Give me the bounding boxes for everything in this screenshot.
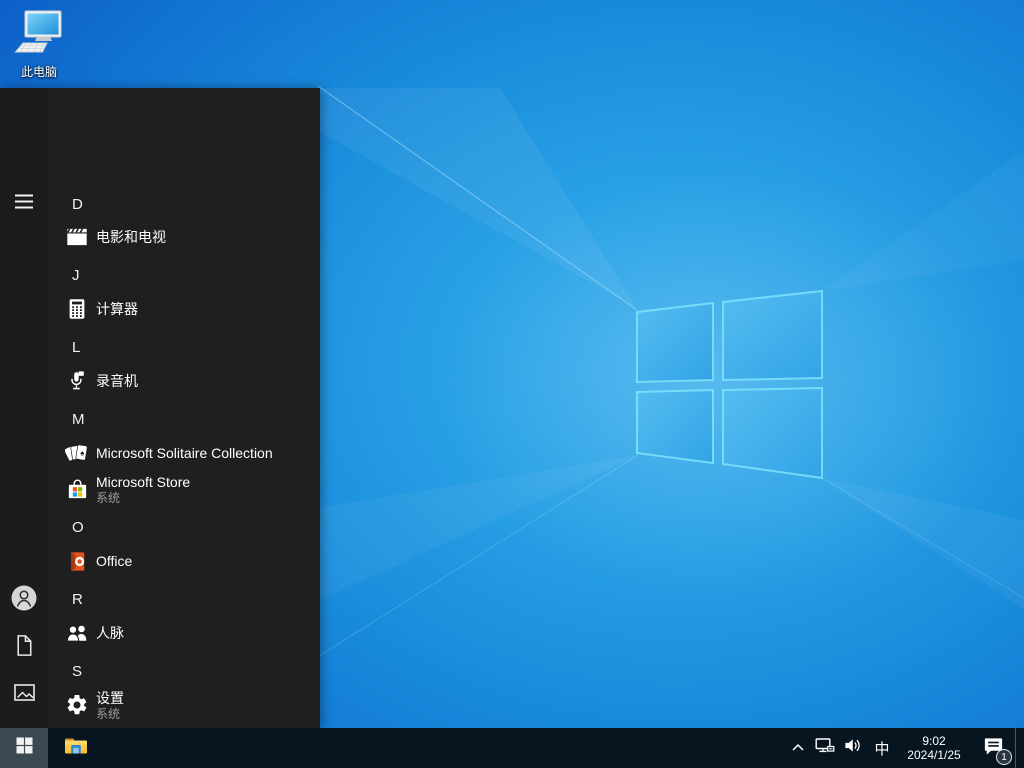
section-header-R[interactable]: R [48,581,320,617]
avatar-icon [11,585,37,616]
pictures-button[interactable] [0,671,48,719]
computer-icon [14,8,64,61]
taskbar-file-explorer-button[interactable] [52,728,100,768]
movies-tv-icon [64,224,90,250]
app-item-microsoft-store[interactable]: Microsoft Store 系统 [48,467,320,511]
section-header-J[interactable]: J [48,257,320,293]
volume-button[interactable] [839,728,867,768]
section-header-O[interactable]: O [48,509,320,545]
documents-button[interactable] [0,624,48,672]
desktop-icon-this-pc[interactable]: 此电脑 [7,8,71,80]
voice-recorder-icon [64,368,90,394]
expand-menu-button[interactable] [0,180,48,228]
store-icon [64,476,90,502]
speaker-icon [844,736,863,760]
start-button[interactable] [0,728,48,768]
clock-time: 9:02 [922,734,946,748]
taskbar: 中 9:02 2024/1/25 1 [0,728,1024,768]
action-center-button[interactable]: 1 [971,728,1015,768]
file-explorer-icon [63,733,89,764]
start-menu-rail [0,88,48,728]
app-item-movies-tv[interactable]: 电影和电视 [48,219,320,255]
taskbar-clock[interactable]: 9:02 2024/1/25 [897,728,971,768]
app-item-solitaire[interactable]: ♠ Microsoft Solitaire Collection [48,435,320,471]
windows-start-icon [16,737,33,759]
gear-icon [64,692,90,718]
hamburger-menu-icon [15,194,33,214]
notification-count-badge: 1 [996,749,1012,765]
hidden-icons-button[interactable] [785,728,811,768]
show-desktop-button[interactable] [1015,728,1024,768]
clock-date: 2024/1/25 [907,748,961,762]
start-menu: D 电影和电视 J 计算器 L 录音机 M ♠ Microsoft Solita… [0,88,320,728]
section-header-L[interactable]: L [48,329,320,365]
pictures-icon [12,680,37,710]
calculator-icon [64,296,90,322]
app-item-settings[interactable]: 设置 系统 [48,683,320,727]
app-item-people[interactable]: 人脉 [48,615,320,651]
start-menu-app-list: D 电影和电视 J 计算器 L 录音机 M ♠ Microsoft Solita… [48,88,320,728]
ime-language-indicator[interactable]: 中 [867,728,897,768]
user-account-button[interactable] [0,576,48,624]
chevron-up-icon [791,739,805,757]
section-header-M[interactable]: M [48,401,320,437]
system-tray: 中 9:02 2024/1/25 1 [785,728,1024,768]
app-item-voice-recorder[interactable]: 录音机 [48,363,320,399]
settings-button[interactable] [0,719,48,728]
app-item-calculator[interactable]: 计算器 [48,291,320,327]
network-button[interactable] [811,728,839,768]
solitaire-icon: ♠ [64,440,90,466]
svg-text:♠: ♠ [80,448,84,457]
app-item-office[interactable]: Office [48,543,320,579]
section-header-D[interactable]: D [48,186,320,222]
people-icon [64,620,90,646]
office-icon [64,548,90,574]
desktop-icon-label: 此电脑 [20,65,57,79]
network-ethernet-icon [815,736,835,760]
document-icon [12,633,36,663]
